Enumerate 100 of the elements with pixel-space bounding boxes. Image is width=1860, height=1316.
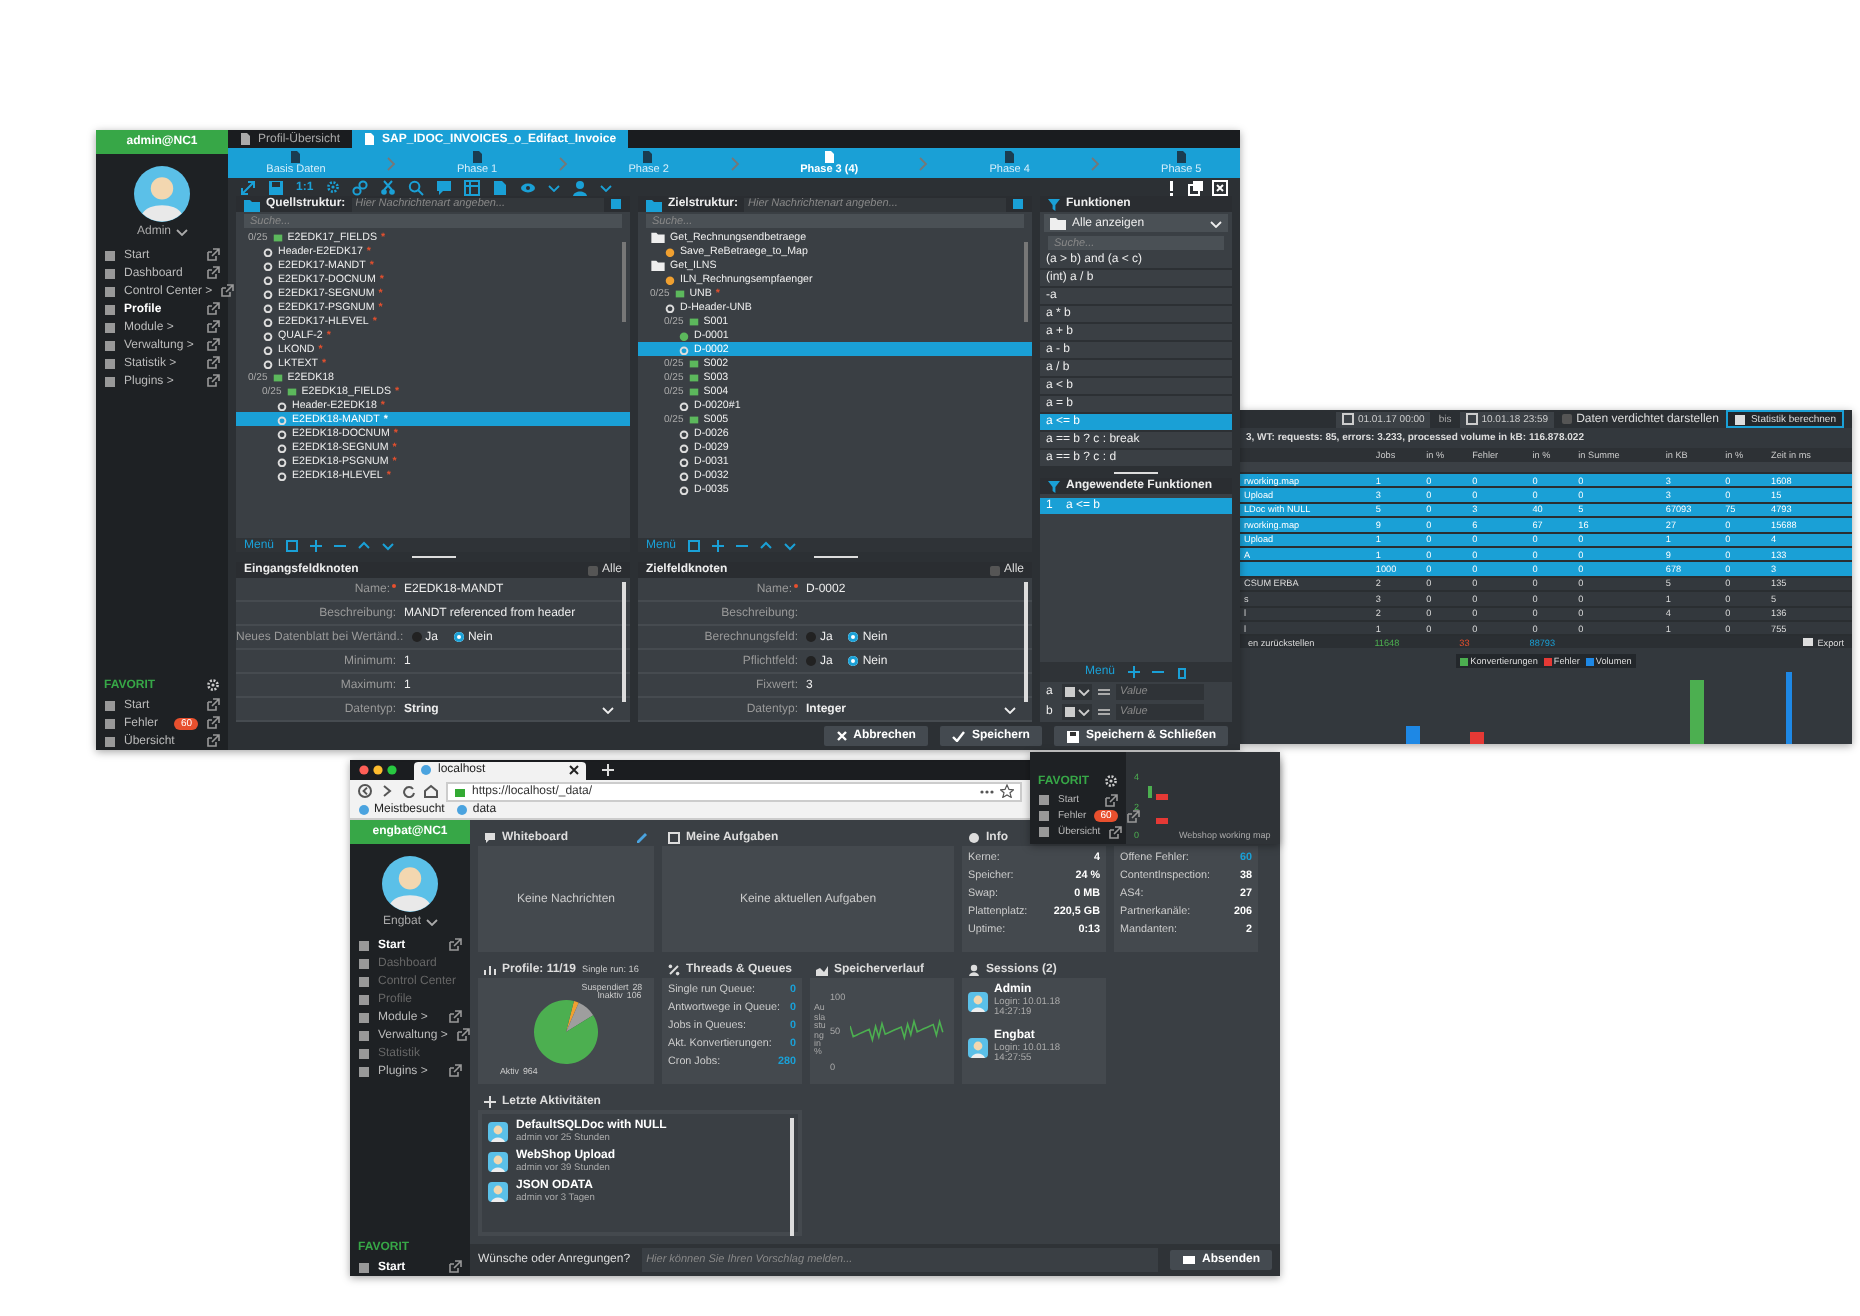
square-icon — [104, 339, 116, 351]
square-icon — [358, 1047, 370, 1059]
document-icon — [471, 150, 484, 164]
copy-icon — [1188, 179, 1204, 195]
close-icon — [835, 730, 848, 742]
scrollbar[interactable] — [622, 242, 626, 322]
external-link-icon — [206, 266, 220, 280]
more-icon — [980, 785, 994, 797]
folder-icon — [1050, 216, 1066, 230]
plus-icon — [1127, 666, 1139, 678]
external-link-icon — [206, 734, 220, 748]
external-link-icon — [448, 1260, 462, 1274]
minus-icon — [334, 539, 347, 551]
document-icon — [364, 132, 377, 146]
avatar-icon — [968, 991, 988, 1011]
external-link-icon — [448, 1010, 462, 1024]
avatar-icon — [488, 1151, 508, 1171]
forward-icon — [380, 784, 394, 798]
area-chart-icon — [816, 963, 828, 975]
external-link-icon — [1104, 793, 1118, 807]
node-group-icon — [272, 231, 283, 243]
avatar-icon — [134, 166, 190, 222]
gear-icon — [206, 678, 220, 692]
chevron-icon — [1090, 155, 1101, 171]
home-icon — [424, 784, 438, 798]
external-link-icon — [206, 374, 220, 388]
type-dropdown[interactable] — [1062, 684, 1092, 700]
type-dropdown[interactable] — [1062, 704, 1092, 720]
caret-icon — [1004, 705, 1016, 713]
document-icon — [642, 150, 655, 164]
chevron-icon — [729, 155, 740, 171]
external-link-icon — [448, 938, 462, 952]
plus-icon — [712, 539, 725, 551]
external-link-icon — [206, 302, 220, 316]
external-link-icon — [220, 284, 235, 298]
avatar-icon — [488, 1181, 508, 1201]
square-icon — [1038, 810, 1050, 822]
scrollbar[interactable] — [1024, 582, 1028, 702]
square-icon — [358, 1261, 370, 1273]
square-icon — [1012, 198, 1024, 210]
mapped-node-icon — [678, 329, 690, 341]
scrollbar[interactable] — [622, 582, 626, 702]
folder-icon — [651, 259, 665, 271]
check-icon — [951, 730, 966, 742]
gear-icon — [1104, 774, 1118, 788]
comment-icon — [484, 831, 496, 843]
square-icon — [358, 939, 370, 951]
plus-icon — [602, 764, 614, 776]
plus-icon — [484, 1095, 496, 1107]
avatar-icon — [488, 1121, 508, 1141]
square-icon — [104, 357, 116, 369]
square-icon — [1038, 794, 1050, 806]
globe-icon — [420, 764, 432, 776]
square-outline-icon — [688, 539, 701, 551]
plus-icon — [310, 539, 323, 551]
reload-icon — [402, 784, 416, 798]
square-icon — [358, 993, 370, 1005]
checkbox-icon — [668, 831, 680, 843]
function-node-icon — [664, 273, 676, 285]
external-link-icon — [448, 1064, 462, 1078]
external-link-icon — [206, 698, 220, 712]
square-icon — [104, 267, 116, 279]
square-icon — [358, 1011, 370, 1023]
pencil-icon — [636, 830, 648, 844]
avatar-icon — [382, 856, 438, 912]
percent-icon — [668, 963, 680, 975]
external-link-icon — [206, 320, 220, 334]
caret-icon — [599, 183, 612, 191]
square-icon — [358, 1029, 370, 1041]
trash-icon — [1175, 665, 1187, 679]
document-icon — [240, 132, 252, 146]
caret-icon — [1210, 219, 1222, 227]
node-group-icon — [688, 413, 699, 425]
bars-icon — [484, 963, 496, 975]
user-icon — [968, 963, 980, 975]
scrollbar[interactable] — [790, 1118, 794, 1236]
minus-icon — [736, 539, 749, 551]
node-group-icon — [674, 287, 685, 299]
document-icon — [289, 150, 302, 164]
filter-icon — [1048, 197, 1060, 211]
square-icon — [104, 375, 116, 387]
square-icon — [358, 1065, 370, 1077]
document-icon — [1175, 150, 1188, 164]
scrollbar[interactable] — [1024, 242, 1028, 322]
caret-icon — [425, 918, 438, 926]
avatar-icon — [968, 1037, 988, 1057]
document-icon — [823, 150, 836, 164]
close-icon — [1212, 179, 1228, 195]
square-icon — [104, 249, 116, 261]
external-link-icon — [206, 356, 220, 370]
external-link-icon — [206, 716, 220, 730]
square-icon — [104, 699, 116, 711]
chevron-icon — [386, 155, 397, 171]
square-icon — [104, 303, 116, 315]
globe-icon — [358, 804, 370, 816]
square-icon — [610, 198, 622, 210]
external-link-icon — [206, 338, 220, 352]
square-icon — [104, 321, 116, 333]
caret-icon — [602, 705, 614, 713]
node-group-icon — [688, 315, 699, 327]
